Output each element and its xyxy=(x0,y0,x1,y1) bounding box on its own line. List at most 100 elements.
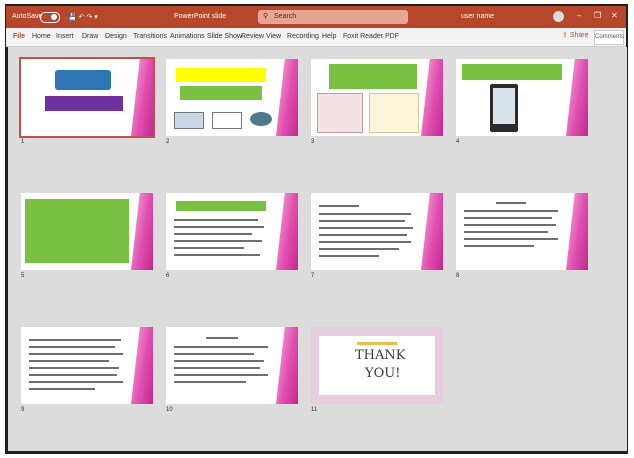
text-line xyxy=(464,210,558,212)
title-bar: AutoSave 💾 ↶ ↷ ▾ PowerPoint slide ⚲ Sear… xyxy=(6,6,626,28)
text-line xyxy=(496,202,526,204)
pink-accent xyxy=(421,193,443,270)
text-line xyxy=(464,231,548,233)
slide-thumbnail-11[interactable]: THANK YOU! xyxy=(311,327,443,404)
autosave-toggle[interactable] xyxy=(40,12,60,23)
search-placeholder: Search xyxy=(274,13,297,20)
pink-accent xyxy=(131,193,153,270)
user-name[interactable]: user name xyxy=(461,13,494,20)
slide-thumbnail-4[interactable] xyxy=(456,59,588,136)
text-line xyxy=(319,248,399,250)
maximize-button[interactable]: ❐ xyxy=(594,11,601,20)
pink-accent xyxy=(131,59,153,136)
slide-number: 10 xyxy=(166,407,173,413)
tab-transitions[interactable]: Transitions xyxy=(133,33,167,40)
close-button[interactable]: ✕ xyxy=(611,11,618,20)
quick-access-toolbar[interactable]: 💾 ↶ ↷ ▾ xyxy=(68,13,98,21)
slide-number: 5 xyxy=(21,273,25,279)
image-shape xyxy=(250,112,272,126)
tab-view[interactable]: View xyxy=(266,33,281,40)
comments-button[interactable]: Comments xyxy=(594,30,624,45)
tab-animations[interactable]: Animations xyxy=(170,33,205,40)
text-line xyxy=(464,238,558,240)
subtitle-shape xyxy=(45,96,123,111)
title-shape xyxy=(176,68,266,82)
tab-insert[interactable]: Insert xyxy=(56,33,74,40)
slide-thumbnail-2[interactable] xyxy=(166,59,298,136)
slide-thumbnail-5[interactable] xyxy=(21,193,153,270)
slide-number: 2 xyxy=(166,139,170,145)
slide-thumbnail-9[interactable] xyxy=(21,327,153,404)
slide-number: 3 xyxy=(311,139,315,145)
text-line xyxy=(174,233,252,235)
slide-number: 9 xyxy=(21,407,25,413)
pink-accent xyxy=(131,327,153,404)
pencil-icon xyxy=(357,342,397,345)
text-line xyxy=(174,353,254,355)
text-line xyxy=(319,255,379,257)
tab-file[interactable]: File xyxy=(13,33,25,40)
slide-thumbnail-8[interactable] xyxy=(456,193,588,270)
phone-screen xyxy=(493,88,515,124)
tab-design[interactable]: Design xyxy=(105,33,127,40)
avatar[interactable] xyxy=(553,11,564,22)
slide-thumbnail-3[interactable] xyxy=(311,59,443,136)
text-line xyxy=(29,353,123,355)
pink-accent xyxy=(276,193,298,270)
diagram-shape xyxy=(369,93,419,133)
image-shape xyxy=(212,112,242,129)
slide-number: 4 xyxy=(456,139,460,145)
text-line xyxy=(174,219,258,221)
ribbon-tabs: File Home Insert Draw Design Transitions… xyxy=(6,28,626,47)
text-line xyxy=(319,220,405,222)
slide-number: 1 xyxy=(21,139,25,145)
text-line xyxy=(174,367,260,369)
tab-foxit-reader-pdf[interactable]: Foxit Reader PDF xyxy=(343,33,399,40)
text-line xyxy=(464,245,534,247)
pink-accent xyxy=(566,59,588,136)
text-line xyxy=(29,381,123,383)
slide-number: 11 xyxy=(311,407,318,413)
text-line xyxy=(174,247,244,249)
tab-help[interactable]: Help xyxy=(322,33,336,40)
pink-accent xyxy=(276,327,298,404)
autosave-label: AutoSave xyxy=(12,13,43,20)
image-shape xyxy=(174,112,204,129)
text-line xyxy=(29,374,117,376)
text-line xyxy=(174,254,260,256)
text-shape xyxy=(329,64,417,89)
text-line xyxy=(319,227,413,229)
search-icon: ⚲ xyxy=(263,13,269,20)
text-line xyxy=(174,240,262,242)
diagram-shape xyxy=(317,93,363,133)
slide-thumbnail-6[interactable] xyxy=(166,193,298,270)
text-line xyxy=(464,217,552,219)
slide-thumbnail-10[interactable] xyxy=(166,327,298,404)
thank-text: THANK xyxy=(355,348,406,363)
slide-thumbnail-7[interactable] xyxy=(311,193,443,270)
pink-accent xyxy=(276,59,298,136)
tab-review[interactable]: Review xyxy=(241,33,264,40)
text-line xyxy=(464,224,556,226)
search-box[interactable]: ⚲ Search xyxy=(258,10,408,24)
tab-draw[interactable]: Draw xyxy=(82,33,98,40)
text-line xyxy=(206,337,238,339)
text-line xyxy=(174,381,246,383)
text-line xyxy=(174,360,264,362)
tab-slide-show[interactable]: Slide Show xyxy=(207,33,242,40)
you-text: YOU! xyxy=(365,366,401,381)
text-line xyxy=(29,360,109,362)
minimize-button[interactable]: – xyxy=(577,11,581,20)
text-line xyxy=(174,374,268,376)
text-shape xyxy=(462,64,562,80)
text-shape xyxy=(180,86,262,100)
text-line xyxy=(29,367,119,369)
tab-recording[interactable]: Recording xyxy=(287,33,319,40)
slide-number: 7 xyxy=(311,273,315,279)
slide-thumbnail-1[interactable] xyxy=(19,57,155,138)
slide-sorter-view: 1 2 3 4 5 6 7 8 9 10 THANK YOU! 11 xyxy=(8,47,627,451)
tab-home[interactable]: Home xyxy=(32,33,51,40)
share-button[interactable]: ⇪ Share xyxy=(562,31,589,39)
title-shape xyxy=(55,70,111,90)
text-line xyxy=(319,213,411,215)
